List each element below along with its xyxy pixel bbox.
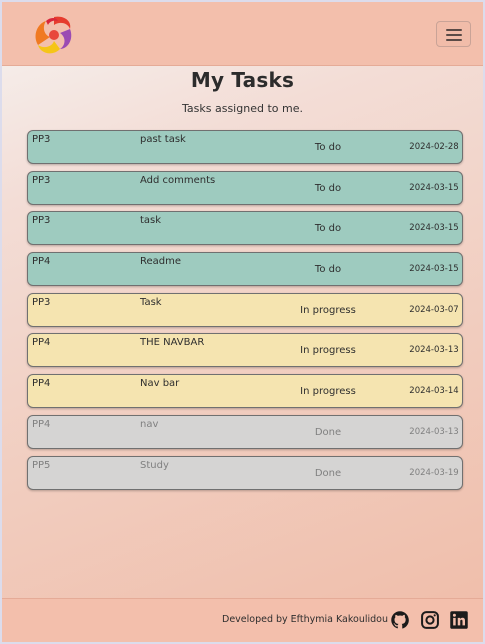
instagram-icon[interactable] (420, 610, 440, 630)
task-title: Nav bar (140, 378, 180, 389)
task-card[interactable]: PP3 task To do 2024-03-15 (27, 211, 463, 245)
task-due-date: 2024-03-19 (409, 468, 459, 478)
task-title: Readme (140, 256, 182, 267)
task-project: PP3 (32, 215, 51, 226)
task-card[interactable]: PP4 Nav bar In progress 2024-03-14 (27, 374, 463, 408)
task-card[interactable]: PP5 Study Done 2024-03-19 (27, 456, 463, 490)
hamburger-line (446, 39, 462, 41)
task-project: PP4 (32, 256, 51, 267)
task-due-date: 2024-03-13 (409, 345, 459, 355)
footer-credit: Developed by Efthymia Kakoulidou (222, 614, 388, 625)
task-project: PP5 (32, 460, 51, 471)
task-card[interactable]: PP3 past task To do 2024-02-28 (27, 130, 463, 164)
footer: Developed by Efthymia Kakoulidou (2, 598, 483, 642)
task-due-date: 2024-03-15 (409, 264, 459, 274)
task-due-date: 2024-03-07 (409, 305, 459, 315)
github-icon[interactable] (390, 610, 410, 630)
task-project: PP4 (32, 337, 51, 348)
task-project: PP3 (32, 297, 51, 308)
hamburger-line (446, 34, 462, 36)
hamburger-menu-icon (446, 29, 462, 31)
task-card[interactable]: PP4 THE NAVBAR In progress 2024-03-13 (27, 333, 463, 367)
task-project: PP3 (32, 175, 51, 186)
task-due-date: 2024-03-14 (409, 386, 459, 396)
task-due-date: 2024-03-15 (409, 223, 459, 233)
page-title: My Tasks (190, 68, 295, 92)
task-title: task (140, 215, 162, 226)
task-project: PP4 (32, 378, 51, 389)
task-title: Task (140, 297, 162, 308)
linkedin-icon[interactable] (449, 610, 469, 630)
task-title: nav (140, 419, 159, 430)
task-title: past task (140, 134, 186, 145)
task-card[interactable]: PP4 nav Done 2024-03-13 (27, 415, 463, 449)
task-title: Add comments (140, 175, 216, 186)
task-title: Study (140, 460, 169, 471)
task-project: PP4 (32, 419, 51, 430)
task-due-date: 2024-03-15 (409, 183, 459, 193)
hamburger-menu-button[interactable] (436, 21, 471, 47)
navbar (2, 2, 483, 66)
page-subtitle: Tasks assigned to me. (182, 102, 303, 115)
task-card[interactable]: PP4 Readme To do 2024-03-15 (27, 252, 463, 286)
swirl-logo-icon[interactable] (30, 11, 78, 59)
task-due-date: 2024-03-13 (409, 427, 459, 437)
task-card[interactable]: PP3 Add comments To do 2024-03-15 (27, 171, 463, 205)
task-due-date: 2024-02-28 (409, 142, 459, 152)
task-title: THE NAVBAR (140, 337, 205, 348)
task-card[interactable]: PP3 Task In progress 2024-03-07 (27, 293, 463, 327)
task-project: PP3 (32, 134, 51, 145)
